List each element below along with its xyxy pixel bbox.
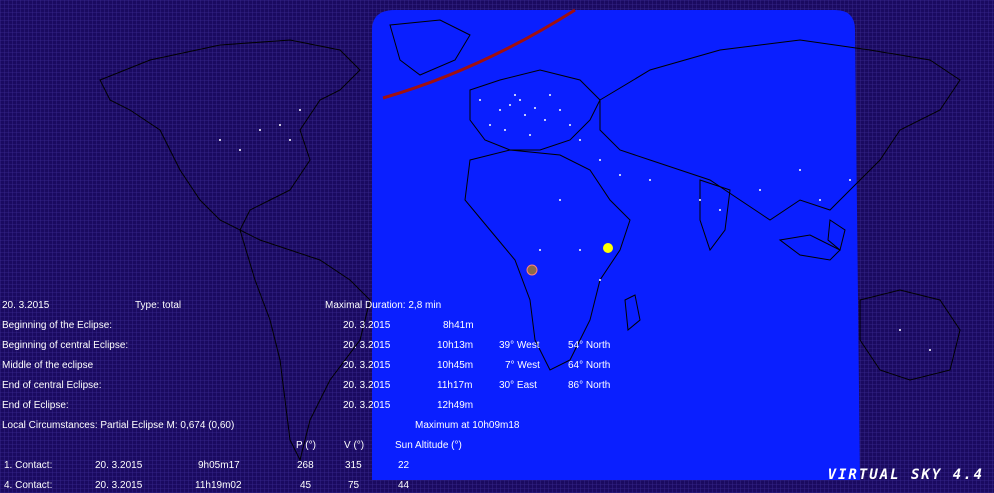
header-p: P (°) (296, 440, 316, 451)
event-date: 20. 3.2015 (343, 360, 391, 371)
event-label: Middle of the eclipse (2, 360, 94, 371)
event-date: 20. 3.2015 (343, 400, 391, 411)
event-longitude: 30° East (499, 380, 537, 391)
header-v: V (°) (344, 440, 365, 451)
event-latitude: 86° North (568, 380, 611, 391)
event-label: End of Eclipse: (2, 400, 69, 411)
event-latitude: 64° North (568, 360, 611, 371)
event-date: 20. 3.2015 (343, 320, 391, 331)
event-date: 20. 3.2015 (343, 380, 391, 391)
contact-p: 45 (300, 480, 312, 491)
eclipse-type: Type: total (135, 300, 182, 311)
local-circumstances: Local Circumstances: Partial Eclipse M: … (2, 420, 235, 431)
event-time: 11h17m (437, 380, 473, 391)
contact-label: 1. Contact: (4, 460, 53, 471)
event-time: 10h45m (437, 360, 474, 371)
event-label: Beginning of the Eclipse: (2, 320, 113, 331)
virtual-sky-logo: VIRTUAL SKY 4.4 (827, 467, 984, 483)
contact-time: 9h05m17 (198, 460, 240, 471)
contact-p: 268 (297, 460, 314, 471)
event-time: 8h41m (443, 320, 474, 331)
event-longitude: 39° West (499, 340, 540, 351)
header-sun-altitude: Sun Altitude (°) (395, 440, 462, 451)
event-time: 12h49m (437, 400, 474, 411)
contact-v: 75 (348, 480, 360, 491)
event-longitude: 7° West (505, 360, 540, 371)
contact-date: 20. 3.2015 (95, 460, 143, 471)
eclipse-date: 20. 3.2015 (2, 300, 50, 311)
contact-altitude: 22 (398, 460, 410, 471)
moon-position-marker (526, 264, 538, 276)
event-time: 10h13m (437, 340, 474, 351)
event-date: 20. 3.2015 (343, 340, 391, 351)
event-label: Beginning of central Eclipse: (2, 340, 129, 351)
event-latitude: 54° North (568, 340, 611, 351)
contact-altitude: 44 (398, 480, 410, 491)
contact-label: 4. Contact: (4, 480, 53, 491)
contact-date: 20. 3.2015 (95, 480, 143, 491)
contact-v: 315 (345, 460, 362, 471)
event-label: End of central Eclipse: (2, 380, 102, 391)
local-maximum: Maximum at 10h09m18 (415, 420, 520, 431)
max-duration: Maximal Duration: 2,8 min (325, 300, 442, 311)
contact-time: 11h19m02 (195, 480, 242, 491)
sun-position-marker (603, 243, 613, 253)
